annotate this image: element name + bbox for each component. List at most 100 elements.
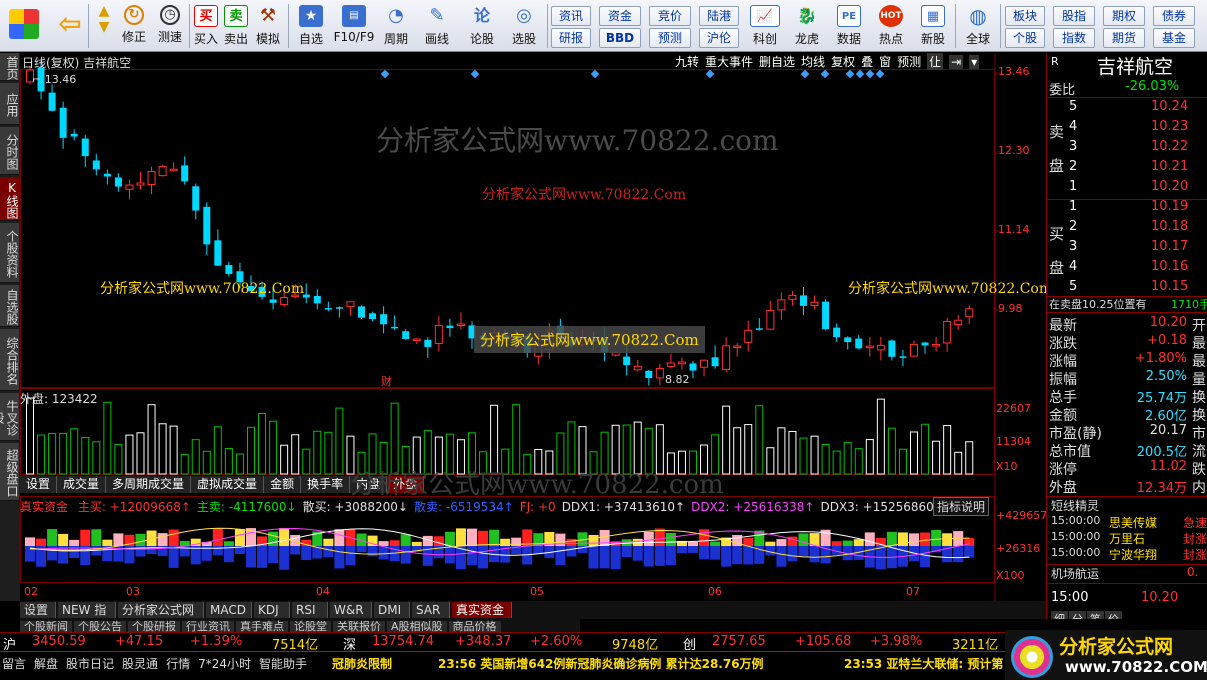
quick-btn-5[interactable]: BBD: [599, 28, 641, 48]
bid-level-price[interactable]: 10.15: [1151, 279, 1188, 294]
back-button[interactable]: ⇦: [50, 3, 90, 49]
status-item[interactable]: 智能助手: [259, 657, 307, 671]
chart-menu-item[interactable]: 重大事件: [705, 53, 753, 70]
info-tab[interactable]: 个股公告: [74, 621, 126, 632]
toolbar-btn-8[interactable]: ✎ 画线: [418, 3, 456, 49]
ask-level-price[interactable]: 10.21: [1151, 159, 1188, 174]
toolbar-btn-7[interactable]: ◔ 周期: [378, 3, 414, 49]
left-tab[interactable]: 个股资料: [0, 223, 19, 283]
indicator-tab[interactable]: KDJ: [254, 602, 290, 618]
left-tab[interactable]: 超级盘口: [0, 443, 19, 501]
indicator-tab[interactable]: 设置: [20, 602, 56, 618]
left-tab[interactable]: 首页: [0, 53, 19, 81]
news-ticker-2[interactable]: 23:53 亚特兰大联储: 预计第: [844, 655, 1004, 672]
toolbar-btn-6[interactable]: ▤ F10/F9: [332, 3, 376, 49]
indicator-tab[interactable]: RSI: [292, 602, 328, 618]
status-item[interactable]: 7*24小时: [198, 657, 251, 671]
indicator-tab[interactable]: 真实资金: [452, 602, 512, 618]
info-tab[interactable]: 关联报价: [333, 621, 385, 632]
quick-btn-7[interactable]: 沪伦: [699, 28, 739, 48]
indicator-tab[interactable]: DMI: [374, 602, 410, 618]
info-tab[interactable]: 个股研报: [128, 621, 180, 632]
left-tab[interactable]: 应用: [0, 83, 19, 125]
info-tab[interactable]: 个股新闻: [20, 621, 72, 632]
toolbar-btn-13[interactable]: PE 数据: [830, 3, 868, 49]
status-item[interactable]: 行情: [166, 657, 190, 671]
chart-menu-item[interactable]: ⇥: [949, 55, 964, 69]
toolbar-btn-10[interactable]: ◎ 选股: [504, 3, 544, 49]
quick-btn-10[interactable]: 期权: [1103, 6, 1145, 26]
status-item[interactable]: 留言: [2, 657, 26, 671]
chart-menu-item[interactable]: 预测: [897, 53, 921, 70]
info-tab[interactable]: 论股堂: [290, 621, 331, 632]
toolbar-btn-16[interactable]: ◍ 全球: [958, 3, 998, 49]
status-item[interactable]: 股灵通: [122, 657, 158, 671]
tick-tab[interactable]: 价: [1105, 611, 1122, 619]
bid-level-price[interactable]: 10.17: [1151, 239, 1188, 254]
volume-sub-tab[interactable]: 换手率: [301, 476, 351, 493]
indicator-tab[interactable]: SAR: [412, 602, 450, 618]
quick-btn-9[interactable]: 股指: [1053, 6, 1095, 26]
toolbar-btn-11[interactable]: 📈 科创: [746, 3, 784, 49]
status-item[interactable]: 股市日记: [66, 657, 114, 671]
ask-level-price[interactable]: 10.23: [1151, 119, 1188, 134]
toolbar-btn-0[interactable]: ↻ 修正: [118, 3, 150, 49]
volume-sub-tab[interactable]: 虚拟成交量: [191, 476, 265, 493]
chart-menu-item[interactable]: 窗: [879, 53, 891, 70]
indicator-tab[interactable]: W&R: [330, 602, 372, 618]
indicator-tab[interactable]: NEW 指标平台: [58, 602, 116, 633]
info-tab[interactable]: 行业资讯: [182, 621, 234, 632]
bid-level-price[interactable]: 10.16: [1151, 259, 1188, 274]
quick-btn-2[interactable]: 竞价: [649, 6, 691, 26]
ask-level-price[interactable]: 10.22: [1151, 139, 1188, 154]
ask-level-price[interactable]: 10.24: [1151, 99, 1188, 114]
toolbar-btn-1[interactable]: ◷ 测速: [154, 3, 186, 49]
quick-btn-1[interactable]: 资金: [599, 6, 641, 26]
volume-sub-tab[interactable]: 成交量: [57, 476, 107, 493]
status-item[interactable]: 解盘: [34, 657, 58, 671]
left-tab[interactable]: 综合排名: [0, 329, 19, 391]
quick-btn-11[interactable]: 债券: [1153, 6, 1195, 26]
toolbar-btn-12[interactable]: 🐉 龙虎: [788, 3, 826, 49]
tick-tab[interactable]: 分: [1069, 611, 1086, 619]
quick-btn-15[interactable]: 基金: [1153, 28, 1195, 48]
chart-menu-item[interactable]: 九转: [675, 53, 699, 70]
left-tab[interactable]: 分时图: [0, 127, 19, 175]
news-stock[interactable]: 思美传媒: [1109, 514, 1157, 531]
quick-btn-6[interactable]: 预测: [649, 28, 691, 48]
toolbar-btn-9[interactable]: 论 论股: [464, 3, 500, 49]
bid-level-price[interactable]: 10.19: [1151, 199, 1188, 214]
indicator-tab[interactable]: 分析家公式网: [118, 602, 204, 618]
quick-btn-4[interactable]: 研报: [551, 28, 591, 48]
chart-menu-item[interactable]: ▾: [969, 55, 980, 69]
kline-chart-area[interactable]: 日线(复权) 吉祥航空 ⌐ 13.46 8.82 财 九转 重大事件 删自选 均线 复权…: [20, 53, 1052, 601]
chart-menu-item[interactable]: 复权: [831, 53, 855, 70]
up-down-button[interactable]: ▲ ▼: [92, 3, 116, 49]
toolbar-btn-4[interactable]: ⚒ 模拟: [252, 3, 284, 49]
toolbar-btn-2[interactable]: 买 买入: [192, 3, 220, 49]
chart-menu-item[interactable]: 均线: [801, 53, 825, 70]
left-tab[interactable]: K线图: [0, 177, 19, 221]
left-tab[interactable]: 牛叉诊股: [0, 393, 19, 441]
chart-menu-item[interactable]: 仩: [927, 53, 944, 70]
quick-btn-8[interactable]: 板块: [1005, 6, 1045, 26]
toolbar-btn-5[interactable]: ★ 自选: [292, 3, 330, 49]
quick-btn-0[interactable]: 资讯: [551, 6, 591, 26]
volume-sub-tab[interactable]: 金额: [264, 476, 302, 493]
quick-btn-13[interactable]: 指数: [1053, 28, 1095, 48]
left-tab[interactable]: 自选股: [0, 285, 19, 327]
indicator-help-button[interactable]: 指标说明: [933, 497, 990, 516]
volume-sub-tab[interactable]: 设置: [20, 476, 58, 493]
news-stock[interactable]: 万里石: [1109, 530, 1145, 547]
news-stock[interactable]: 宁波华翔: [1109, 546, 1157, 563]
info-tab[interactable]: 真手难点: [236, 621, 288, 632]
quick-btn-14[interactable]: 期货: [1103, 28, 1145, 48]
chart-menu-item[interactable]: 删自选: [759, 53, 795, 70]
info-tab[interactable]: 商品价格: [448, 621, 501, 632]
quick-btn-12[interactable]: 个股: [1005, 28, 1045, 48]
info-tab[interactable]: A股相似股: [387, 621, 447, 632]
menu-logo-button[interactable]: [6, 3, 42, 49]
tick-tab[interactable]: 笔: [1087, 611, 1104, 619]
toolbar-btn-3[interactable]: 卖 卖出: [222, 3, 250, 49]
quick-btn-3[interactable]: 陆港: [699, 6, 739, 26]
